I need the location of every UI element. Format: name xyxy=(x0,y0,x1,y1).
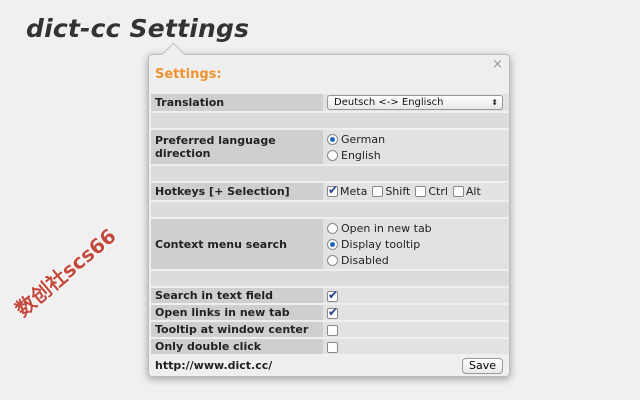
dict-cc-link[interactable]: http://www.dict.cc/ xyxy=(155,359,272,372)
only-double-click-checkbox[interactable] xyxy=(327,341,338,353)
only-double-click-label: Only double click xyxy=(151,339,323,354)
hotkey-ctrl-label: Ctrl xyxy=(428,185,448,198)
language-direction-label: Preferred language direction xyxy=(151,130,323,164)
radio-display-tooltip-button[interactable] xyxy=(327,238,338,250)
context-menu-label: Context menu search xyxy=(151,219,323,269)
radio-german-label: German xyxy=(341,132,386,146)
select-arrows-icon: ⬍ xyxy=(491,98,498,107)
hotkey-shift-label: Shift xyxy=(385,185,411,198)
radio-disabled-button[interactable] xyxy=(327,254,338,266)
hotkey-shift-checkbox[interactable] xyxy=(372,186,384,197)
radio-disabled[interactable]: Disabled xyxy=(327,252,505,268)
radio-open-new-tab-button[interactable] xyxy=(327,222,338,234)
translation-select[interactable]: Deutsch <-> Englisch ⬍ xyxy=(327,95,503,110)
translation-label: Translation xyxy=(151,94,323,111)
hotkey-meta-checkbox[interactable] xyxy=(327,183,338,197)
radio-display-tooltip-label: Display tooltip xyxy=(341,237,421,251)
hotkey-ctrl-checkbox[interactable] xyxy=(415,186,427,197)
hotkey-alt-label: Alt xyxy=(465,185,481,198)
close-icon[interactable]: × xyxy=(492,57,503,72)
tooltip-center-label: Tooltip at window center xyxy=(151,322,323,337)
save-button[interactable]: Save xyxy=(461,358,503,374)
radio-english[interactable]: English xyxy=(327,147,505,163)
open-links-new-tab-label: Open links in new tab xyxy=(151,305,323,320)
hotkey-meta-label: Meta xyxy=(340,185,368,198)
hotkey-alt-checkbox[interactable] xyxy=(452,186,464,197)
popup-pointer xyxy=(161,42,186,67)
hotkeys-label: Hotkeys [+ Selection] xyxy=(151,183,323,200)
watermark: 数创社scs66 xyxy=(10,223,121,322)
settings-table: Translation Deutsch <-> Englisch ⬍ Prefe… xyxy=(151,92,509,356)
radio-display-tooltip[interactable]: Display tooltip xyxy=(327,236,505,252)
radio-english-button[interactable] xyxy=(327,149,338,161)
radio-german[interactable]: German xyxy=(327,131,505,147)
page-title: dict-cc Settings xyxy=(26,14,250,43)
radio-english-label: English xyxy=(341,148,381,162)
settings-heading: Settings: xyxy=(155,67,222,82)
translation-select-value: Deutsch <-> Englisch xyxy=(334,97,444,108)
radio-open-new-tab-label: Open in new tab xyxy=(341,221,432,235)
radio-open-new-tab[interactable]: Open in new tab xyxy=(327,220,505,236)
open-links-new-tab-checkbox[interactable] xyxy=(327,305,338,319)
search-text-field-checkbox[interactable] xyxy=(327,288,338,302)
tooltip-center-checkbox[interactable] xyxy=(327,324,338,336)
search-text-field-label: Search in text field xyxy=(151,288,323,303)
radio-disabled-label: Disabled xyxy=(341,253,389,267)
radio-german-button[interactable] xyxy=(327,133,338,145)
hotkeys-group: Meta Shift Ctrl Alt xyxy=(327,183,505,200)
settings-popup: × Settings: Translation Deutsch <-> Engl… xyxy=(148,42,510,377)
